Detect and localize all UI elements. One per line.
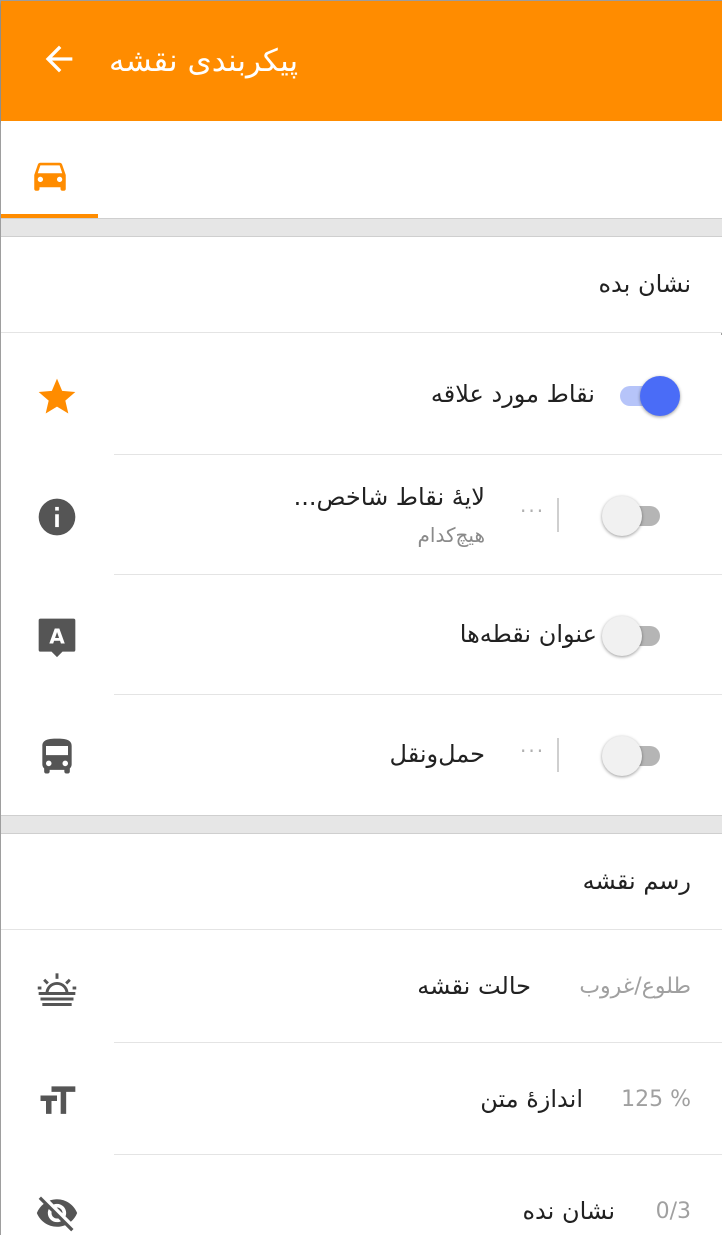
more-options-icon[interactable]: ··· bbox=[520, 739, 545, 763]
sunset-icon bbox=[35, 966, 79, 1010]
section-separator bbox=[1, 815, 722, 834]
item-value: 125 % bbox=[621, 1087, 691, 1112]
list-item-poi-layer[interactable]: لایهٔ نقاط شاخص... هیچ‌کدام ··· bbox=[1, 455, 722, 575]
item-label: لایهٔ نقاط شاخص... bbox=[293, 483, 485, 511]
divider bbox=[557, 738, 559, 772]
tab-bar bbox=[1, 121, 722, 218]
page-title: پیکربندی نقشه bbox=[109, 43, 299, 79]
section-separator bbox=[1, 218, 722, 237]
item-value: 0/3 bbox=[655, 1199, 691, 1224]
item-label: حمل‌ونقل bbox=[389, 740, 485, 768]
more-options-icon[interactable]: ··· bbox=[520, 499, 545, 523]
section-header-map-style: رسم نقشه bbox=[1, 834, 722, 930]
poi-layer-toggle[interactable] bbox=[602, 496, 666, 536]
item-label: عنوان نقطه‌ها bbox=[459, 620, 597, 648]
point-names-toggle[interactable] bbox=[602, 616, 666, 656]
item-value: طلوع/غروب bbox=[579, 974, 691, 999]
item-label: نشان نده bbox=[522, 1197, 615, 1225]
tab-car[interactable] bbox=[1, 121, 98, 218]
list-item-map-mode[interactable]: حالت نقشه طلوع/غروب bbox=[1, 930, 722, 1043]
label-marker-icon: A bbox=[35, 615, 79, 659]
info-icon bbox=[35, 495, 79, 539]
app-bar: پیکربندی نقشه bbox=[1, 1, 722, 121]
list-item-point-names[interactable]: A عنوان نقطه‌ها bbox=[1, 575, 722, 695]
svg-text:A: A bbox=[49, 624, 65, 648]
car-icon bbox=[34, 162, 66, 191]
section-header-show: نشان بده bbox=[1, 237, 722, 333]
text-size-icon bbox=[35, 1079, 79, 1123]
list-item-transport[interactable]: حمل‌ونقل ··· bbox=[1, 695, 722, 815]
section-title: نشان بده bbox=[598, 270, 691, 298]
item-label: نقاط مورد علاقه bbox=[430, 380, 595, 408]
list-item-hide[interactable]: نشان نده 0/3 bbox=[1, 1155, 722, 1236]
back-button[interactable] bbox=[39, 39, 79, 79]
star-icon bbox=[35, 375, 79, 419]
item-label: حالت نقشه bbox=[417, 972, 531, 1000]
transport-toggle[interactable] bbox=[602, 736, 666, 776]
section-title: رسم نقشه bbox=[582, 867, 691, 895]
divider bbox=[557, 498, 559, 532]
arrow-back-icon bbox=[45, 45, 73, 73]
favorites-toggle[interactable] bbox=[616, 376, 680, 416]
item-label: اندازهٔ متن bbox=[480, 1085, 583, 1113]
list-item-text-size[interactable]: اندازهٔ متن 125 % bbox=[1, 1043, 722, 1155]
item-sublabel: هیچ‌کدام bbox=[417, 523, 485, 547]
list-item-favorites[interactable]: نقاط مورد علاقه bbox=[1, 335, 722, 455]
eye-off-icon bbox=[35, 1191, 79, 1235]
bus-icon bbox=[35, 735, 79, 779]
